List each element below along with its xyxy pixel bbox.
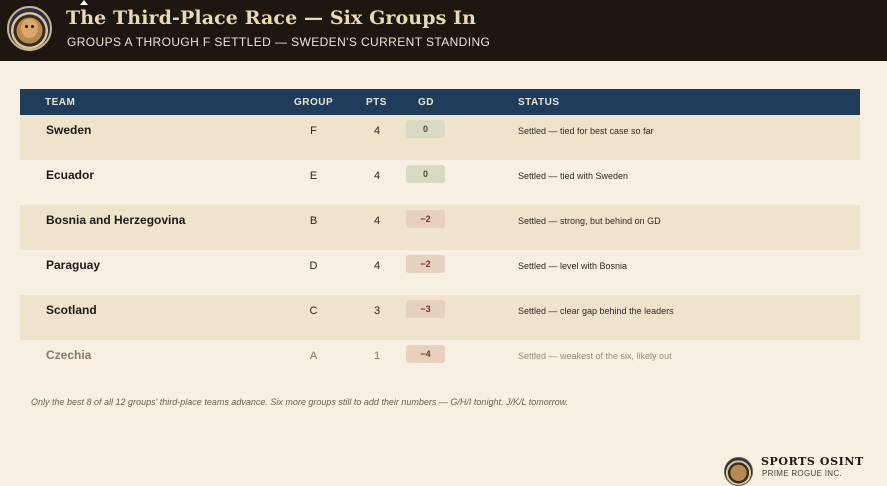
page-subtitle: GROUPS A THROUGH F SETTLED — SWEDEN'S CU… xyxy=(67,35,491,49)
footnote: Only the best 8 of all 12 groups' third-… xyxy=(31,397,569,407)
goal-difference-badge: −2 xyxy=(406,255,445,273)
points-cell: 4 xyxy=(373,125,381,137)
points-cell: 4 xyxy=(373,170,381,182)
group-cell: D xyxy=(309,260,318,272)
goal-difference-badge: 0 xyxy=(406,165,445,183)
status-text: Settled — clear gap behind the leaders xyxy=(518,306,674,316)
table-header: TEAM GROUP PTS GD STATUS xyxy=(20,89,860,115)
status-text: Settled — level with Bosnia xyxy=(518,261,628,271)
team-name: Ecuador xyxy=(46,168,95,182)
group-cell: A xyxy=(309,350,318,362)
table-row[interactable]: Ecuador E 4 0 Settled — tied with Sweden xyxy=(20,160,860,205)
status-text: Settled — tied with Sweden xyxy=(518,171,629,181)
status-text: Settled — tied for best case so far xyxy=(518,126,654,136)
points-cell: 1 xyxy=(373,350,381,362)
page-title: The Third-Place Race — Six Groups In xyxy=(66,7,477,29)
status-text: Settled — strong, but behind on GD xyxy=(518,216,661,226)
table-row[interactable]: Paraguay D 4 −2 Settled — level with Bos… xyxy=(20,250,860,295)
team-name: Sweden xyxy=(46,123,92,137)
column-header-pts[interactable]: PTS xyxy=(366,97,387,108)
goal-difference-badge: −4 xyxy=(406,345,445,363)
team-name: Paraguay xyxy=(46,258,101,272)
column-header-status[interactable]: STATUS xyxy=(518,97,560,108)
column-header-team[interactable]: TEAM xyxy=(45,97,75,108)
points-cell: 3 xyxy=(373,305,381,317)
table-row[interactable]: Scotland C 3 −3 Settled — clear gap behi… xyxy=(20,295,860,340)
status-text: Settled — weakest of the six, likely out xyxy=(518,351,672,361)
mouse-cursor-icon xyxy=(80,0,88,5)
goal-difference-badge: −3 xyxy=(406,300,445,318)
table-row[interactable]: Bosnia and Herzegovina B 4 −2 Settled — … xyxy=(20,205,860,250)
header-bar: The Third-Place Race — Six Groups In GRO… xyxy=(0,0,887,61)
points-cell: 4 xyxy=(373,260,381,272)
goal-difference-badge: −2 xyxy=(406,210,445,228)
group-cell: E xyxy=(309,170,318,182)
team-name: Bosnia and Herzegovina xyxy=(46,213,186,227)
team-name: Czechia xyxy=(46,348,92,362)
standings-table: TEAM GROUP PTS GD STATUS Sweden F 4 0 Se… xyxy=(20,89,860,385)
column-header-group[interactable]: GROUP xyxy=(294,97,333,108)
bulldog-badge-icon xyxy=(7,6,52,51)
team-name: Scotland xyxy=(46,303,97,317)
group-cell: C xyxy=(309,305,318,317)
group-cell: F xyxy=(310,125,317,137)
column-header-gd[interactable]: GD xyxy=(418,97,434,108)
goal-difference-badge: 0 xyxy=(406,120,445,138)
group-cell: B xyxy=(309,215,318,227)
table-row[interactable]: Czechia A 1 −4 Settled — weakest of the … xyxy=(20,340,860,385)
brand-name: SPORTS OSINT xyxy=(761,455,864,468)
bulldog-badge-icon xyxy=(724,457,753,486)
brand-subtitle: PRIME ROGUE INC. xyxy=(762,469,842,478)
table-row[interactable]: Sweden F 4 0 Settled — tied for best cas… xyxy=(20,115,860,160)
points-cell: 4 xyxy=(373,215,381,227)
